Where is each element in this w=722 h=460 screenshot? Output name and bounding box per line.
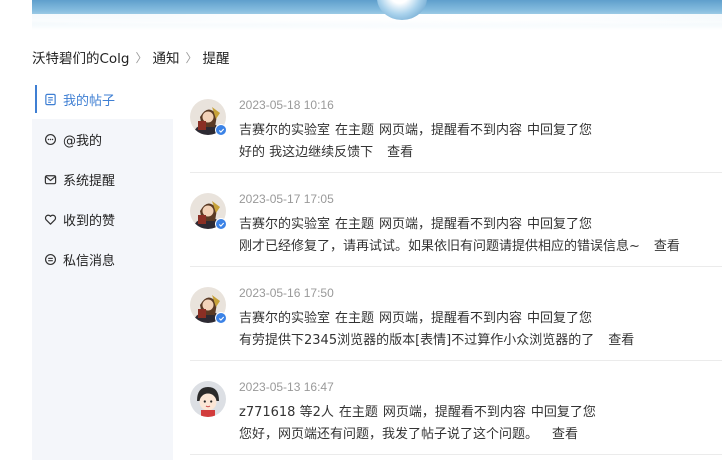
verified-badge-icon [215,124,227,136]
sidebar-item-label: 我的帖子 [63,93,116,109]
notice-action: 在主题 [335,123,375,138]
notice-action: 在主题 [335,217,375,232]
notice-summary: z771618 等2人 在主题 网页端，提醒看不到内容 中回复了您 [239,401,596,420]
breadcrumb-notifications[interactable]: 通知 [153,47,180,67]
notice-suffix: 中回复了您 [527,311,593,326]
notice-topic[interactable]: 网页端，提醒看不到内容 [379,123,522,138]
list-item: 2023-05-17 17:05 吉赛尔的实验室 在主题 网页端，提醒看不到内容 中回… [190,173,722,267]
list-item: 2023-05-18 10:16 吉赛尔的实验室 在主题 网页端，提醒看不到内容 中回… [190,79,722,173]
header-banner [32,0,722,30]
sidebar-item-label: @我的 [63,133,103,149]
notice-summary: 吉赛尔的实验室 在主题 网页端，提醒看不到内容 中回复了您 [239,307,592,326]
notice-time: 2023-05-17 17:05 [239,192,334,206]
chat-bubble-icon [43,132,57,146]
sidebar: 我的帖子 @我的 系统提醒 收到的赞 私信消息 [32,79,173,460]
message-icon [43,252,57,266]
heart-icon [43,212,57,226]
notice-topic[interactable]: 网页端，提醒看不到内容 [379,311,522,326]
view-link[interactable]: 查看 [387,145,413,160]
avatar-image [190,381,226,417]
notice-suffix: 中回复了您 [527,217,593,232]
notice-content-row: 刚才已经修复了，请再试试。如果依旧有问题请提供相应的错误信息~ 查看 [239,235,680,254]
notice-suffix: 中回复了您 [527,123,593,138]
view-link[interactable]: 查看 [654,239,680,254]
sidebar-item-likes[interactable]: 收到的赞 [32,199,173,239]
view-link[interactable]: 查看 [608,333,634,348]
banner-fade [32,20,722,30]
notice-time: 2023-05-13 16:47 [239,380,334,394]
chevron-right-icon: 〉 [135,50,148,65]
notice-action: 在主题 [335,311,375,326]
breadcrumb: 沃特碧们的Colg 〉 通知 〉 提醒 [32,47,230,68]
sidebar-item-system-reminders[interactable]: 系统提醒 [32,159,173,199]
sidebar-item-mentions[interactable]: @我的 [32,119,173,159]
breadcrumb-home[interactable]: 沃特碧们的Colg [32,47,130,67]
avatar[interactable] [190,287,227,324]
notice-author[interactable]: 吉赛尔的实验室 [239,123,330,138]
notice-content: 您好，网页端还有问题，我发了帖子说了这个问题。 [239,427,539,442]
notice-content-row: 您好，网页端还有问题，我发了帖子说了这个问题。 查看 [239,423,578,442]
list-item: 2023-05-13 16:47 z771618 等2人 在主题 网页端，提醒看不到… [190,361,722,455]
verified-badge-icon [215,312,227,324]
notice-content-row: 好的 我这边继续反馈下 查看 [239,141,413,160]
verified-badge-icon [215,218,227,230]
notice-action: 在主题 [338,405,378,420]
notice-topic[interactable]: 网页端，提醒看不到内容 [383,405,526,420]
avatar[interactable] [190,381,226,417]
view-link[interactable]: 查看 [552,427,578,442]
notice-content: 有劳提供下2345浏览器的版本[表情]不过算作小众浏览器的了 [239,333,595,348]
notice-topic[interactable]: 网页端，提醒看不到内容 [379,217,522,232]
notice-author[interactable]: 吉赛尔的实验室 [239,217,330,232]
notice-suffix: 中回复了您 [530,405,596,420]
avatar[interactable] [190,99,227,136]
notice-content-row: 有劳提供下2345浏览器的版本[表情]不过算作小众浏览器的了 查看 [239,329,634,348]
notice-time: 2023-05-18 10:16 [239,98,334,112]
notice-content: 好的 我这边继续反馈下 [239,145,374,160]
mail-icon [43,172,57,186]
sidebar-item-label: 私信消息 [63,253,116,269]
avatar[interactable] [190,193,227,230]
list-item: 2023-05-16 17:50 吉赛尔的实验室 在主题 网页端，提醒看不到内容 中回… [190,267,722,361]
notice-author[interactable]: z771618 等2人 [239,405,334,420]
notice-summary: 吉赛尔的实验室 在主题 网页端，提醒看不到内容 中回复了您 [239,213,592,232]
sidebar-item-my-posts[interactable]: 我的帖子 [32,79,173,119]
sidebar-item-label: 收到的赞 [63,213,116,229]
notice-time: 2023-05-16 17:50 [239,286,334,300]
notice-summary: 吉赛尔的实验室 在主题 网页端，提醒看不到内容 中回复了您 [239,119,592,138]
chevron-right-icon: 〉 [185,50,198,65]
document-icon [43,92,57,106]
sidebar-item-private-messages[interactable]: 私信消息 [32,239,173,279]
notice-list: 2023-05-18 10:16 吉赛尔的实验室 在主题 网页端，提醒看不到内容 中回… [190,79,722,455]
notice-author[interactable]: 吉赛尔的实验室 [239,311,330,326]
sidebar-item-label: 系统提醒 [63,173,116,189]
breadcrumb-reminders: 提醒 [202,51,230,67]
notice-content: 刚才已经修复了，请再试试。如果依旧有问题请提供相应的错误信息~ [239,239,640,254]
